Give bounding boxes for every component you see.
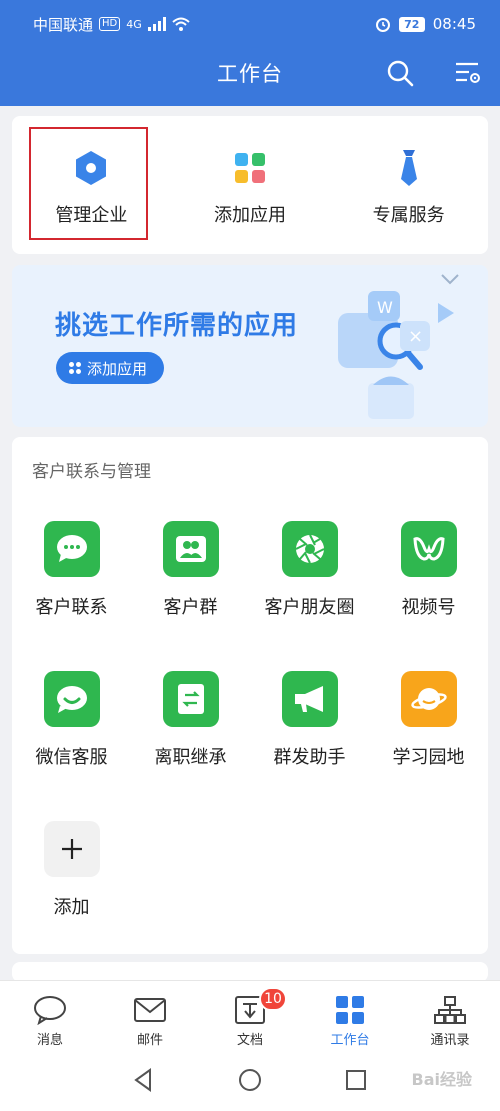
nav-label: 消息 (36, 1033, 63, 1048)
svg-text:W: W (377, 298, 393, 317)
quick-actions-card: 管理企业 添加应用 专属服务 (12, 116, 488, 254)
app-label: 客户朋友圈 (264, 597, 355, 618)
watermark: Bai经验 (411, 1070, 472, 1089)
nav-contacts[interactable]: 通讯录 (400, 981, 500, 1050)
app-tile (400, 671, 457, 727)
app-customer-group[interactable]: 客户群 (131, 521, 250, 619)
nav-documents[interactable]: 文档 10 (200, 981, 300, 1050)
add-app-tile-button[interactable]: 添加 (12, 821, 131, 919)
mail-icon (134, 998, 166, 1022)
nav-mail[interactable]: 邮件 (100, 981, 200, 1050)
grid-icon (235, 153, 265, 183)
app-tile (43, 671, 100, 727)
app-broadcast-assistant[interactable]: 群发助手 (250, 671, 369, 769)
banner-add-app-button[interactable]: 添加应用 (56, 352, 164, 384)
exclusive-service-button[interactable]: 专属服务 (329, 116, 488, 254)
nav-messages[interactable]: 消息 (0, 981, 100, 1050)
app-video-channel[interactable]: 视频号 (369, 521, 488, 619)
app-label: 客户联系 (35, 597, 108, 618)
unread-badge: 10 (259, 987, 287, 1011)
app-learning-garden[interactable]: 学习园地 (369, 671, 488, 769)
status-bar: 中国联通 HD 4G 72 08:45 (33, 12, 476, 36)
app-label: 群发助手 (273, 747, 346, 768)
recents-icon[interactable] (342, 1066, 370, 1094)
svg-text:×: × (408, 326, 423, 347)
message-icon (34, 996, 66, 1025)
highlight-box (29, 127, 148, 240)
app-customer-contact[interactable]: 客户联系 (12, 521, 131, 619)
planet-icon (410, 688, 447, 710)
banner-illustration: W × (338, 274, 459, 419)
section-title: 客户联系与管理 (32, 462, 151, 482)
chat-bubble-icon (56, 535, 87, 562)
app-resign-inherit[interactable]: 离职继承 (131, 671, 250, 769)
search-icon[interactable] (385, 58, 415, 88)
app-label: 客户群 (163, 597, 218, 618)
transfer-icon (177, 684, 204, 714)
carrier-label: 中国联通 (33, 15, 94, 34)
customer-management-section: 客户联系与管理 客户联系 客户群 客户朋友圈 视频号 微信客服 离职继承 群发助… (12, 437, 488, 954)
exclusive-service-label: 专属服务 (372, 205, 445, 226)
nav-label: 工作台 (330, 1033, 370, 1048)
tie-icon (400, 150, 417, 186)
app-tile (281, 671, 338, 727)
plus-icon (61, 839, 82, 859)
banner-title: 挑选工作所需的应用 (55, 311, 299, 341)
network-label: 4G (126, 17, 142, 31)
nav-label: 文档 (236, 1033, 263, 1048)
home-icon[interactable] (236, 1066, 264, 1094)
wifi-icon (172, 17, 190, 31)
nav-label: 通讯录 (430, 1033, 470, 1048)
service-chat-icon (56, 686, 87, 713)
app-label: 视频号 (401, 597, 456, 618)
aperture-icon (295, 534, 324, 564)
add-app-label: 添加应用 (214, 205, 286, 226)
nav-label: 邮件 (136, 1033, 163, 1048)
clock: 08:45 (432, 15, 476, 33)
signal-icon (147, 17, 166, 31)
banner-button-label: 添加应用 (87, 359, 148, 378)
megaphone-icon (294, 686, 323, 712)
next-section-card (12, 962, 488, 982)
nav-workbench[interactable]: 工作台 (300, 981, 400, 1050)
app-tile (43, 821, 100, 877)
app-wechat-service[interactable]: 微信客服 (12, 671, 131, 769)
app-tile (43, 521, 100, 577)
app-tile (162, 671, 219, 727)
battery-indicator: 72 (398, 16, 425, 32)
promo-banner[interactable]: 挑选工作所需的应用 添加应用 W × (12, 265, 488, 427)
alarm-icon (375, 18, 390, 32)
hd-badge: HD (99, 17, 121, 31)
settings-icon[interactable] (453, 58, 483, 88)
add-app-button[interactable]: 添加应用 (171, 116, 330, 254)
back-icon[interactable] (130, 1066, 158, 1094)
contacts-icon (434, 996, 466, 1024)
app-label: 学习园地 (392, 747, 465, 768)
app-header: 中国联通 HD 4G 72 08:45 工作台 (0, 0, 500, 106)
dots-icon (69, 362, 81, 374)
page-title: 工作台 (217, 62, 283, 86)
app-label: 微信客服 (35, 747, 108, 768)
bottom-nav: 消息 邮件 文档 10 工作台 通讯录 (0, 980, 500, 1050)
app-tile (400, 521, 457, 577)
app-label: 添加 (53, 897, 90, 918)
app-tile (162, 521, 219, 577)
app-tile (281, 521, 338, 577)
group-icon (175, 536, 206, 562)
workbench-icon (336, 996, 364, 1024)
channels-icon (412, 537, 445, 561)
app-customer-moments[interactable]: 客户朋友圈 (250, 521, 369, 619)
app-label: 离职继承 (154, 747, 227, 768)
